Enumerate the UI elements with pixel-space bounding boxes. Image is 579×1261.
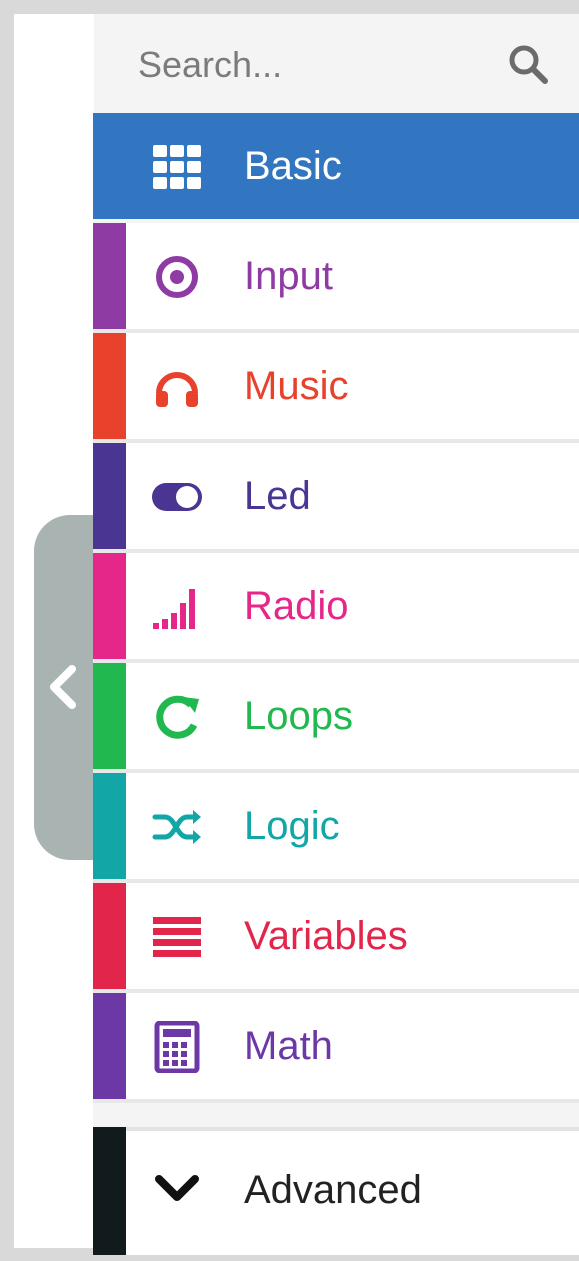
refresh-icon — [156, 695, 199, 739]
category-color-bar — [93, 1127, 126, 1255]
chevron-left-icon — [50, 665, 76, 709]
search-bar — [96, 14, 579, 114]
headphones-icon — [156, 372, 198, 407]
category-led[interactable]: Led — [93, 443, 579, 553]
category-advanced[interactable]: Advanced — [93, 1127, 579, 1255]
category-label: Basic — [244, 144, 342, 188]
grid-icon — [153, 145, 201, 189]
toggle-icon — [152, 483, 202, 511]
category-color-bar — [93, 223, 126, 329]
category-label: Loops — [244, 694, 353, 738]
category-radio[interactable]: Radio — [93, 553, 579, 663]
category-label: Input — [244, 254, 333, 298]
category-color-bar — [93, 553, 126, 659]
shuffle-icon — [152, 810, 201, 844]
category-list: Basic Input Music Led Radio Loops Logic … — [93, 113, 579, 1255]
collapse-toolbox-button[interactable] — [34, 515, 100, 860]
signal-bars-icon — [153, 589, 195, 629]
category-logic[interactable]: Logic — [93, 773, 579, 883]
category-color-bar — [93, 333, 126, 439]
category-label: Advanced — [244, 1168, 422, 1212]
radio-target-icon — [156, 256, 198, 298]
category-label: Variables — [244, 914, 408, 958]
category-input[interactable]: Input — [93, 223, 579, 333]
category-math[interactable]: Math — [93, 993, 579, 1103]
category-color-bar — [93, 883, 126, 989]
category-label: Math — [244, 1024, 333, 1068]
category-loops[interactable]: Loops — [93, 663, 579, 773]
category-label: Led — [244, 474, 311, 518]
category-color-bar — [93, 443, 126, 549]
chevron-down-icon — [155, 1175, 199, 1201]
category-label: Radio — [244, 584, 349, 628]
category-label: Logic — [244, 804, 340, 848]
category-color-bar — [93, 773, 126, 879]
category-music[interactable]: Music — [93, 333, 579, 443]
category-color-bar — [93, 663, 126, 769]
calculator-icon — [154, 1021, 200, 1073]
list-lines-icon — [153, 917, 201, 957]
category-color-bar — [93, 993, 126, 1099]
category-basic[interactable]: Basic — [93, 113, 579, 219]
category-label: Music — [244, 364, 349, 408]
search-input[interactable] — [136, 42, 520, 88]
search-icon[interactable] — [506, 42, 550, 86]
category-variables[interactable]: Variables — [93, 883, 579, 993]
category-color-bar — [93, 113, 126, 219]
